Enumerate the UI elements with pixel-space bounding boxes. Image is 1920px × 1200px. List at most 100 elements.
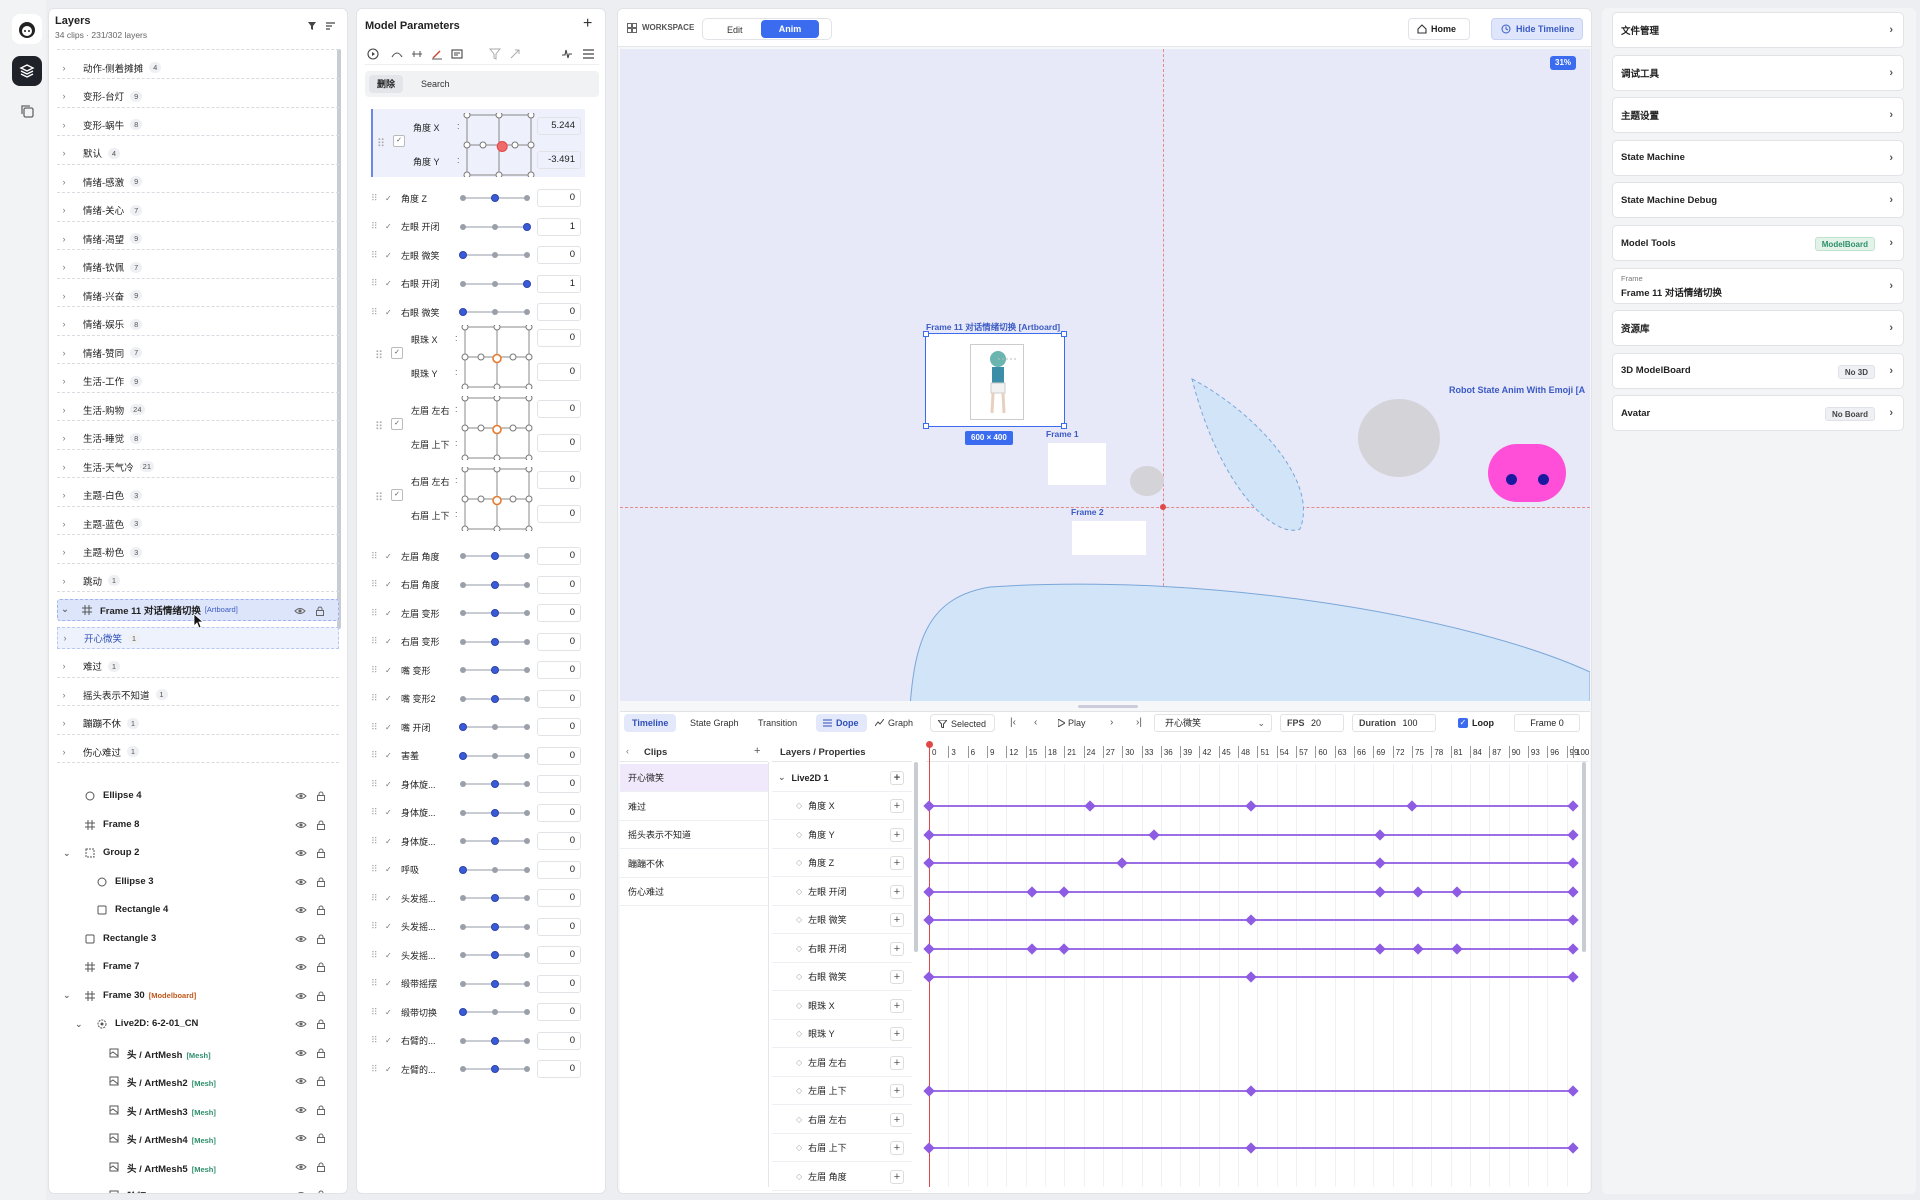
param-value[interactable]: 0	[537, 632, 581, 651]
eye-icon[interactable]	[295, 1104, 307, 1116]
collapse-clips-icon[interactable]: ‹	[626, 746, 629, 756]
param-slider[interactable]	[460, 666, 530, 674]
lock-icon[interactable]	[315, 1047, 327, 1059]
chevron-right-icon[interactable]: ›	[57, 718, 71, 728]
avatar[interactable]	[12, 14, 42, 44]
param-slider[interactable]	[460, 808, 530, 817]
link-checkbox[interactable]: ✓	[391, 418, 403, 430]
param-slider[interactable]	[459, 251, 530, 259]
split-handle[interactable]	[1078, 705, 1138, 708]
param-slider[interactable]	[460, 951, 530, 959]
curve-flat-icon[interactable]	[411, 49, 423, 59]
add-keyframe-button[interactable]: +	[890, 1141, 904, 1155]
add-keyframe-button[interactable]: +	[890, 1112, 904, 1127]
chevron-right-icon[interactable]: ›	[57, 262, 71, 272]
fps-field[interactable]: FPS 20	[1280, 714, 1344, 732]
checkmark-icon[interactable]: ✓	[385, 865, 395, 874]
param-slider[interactable]	[460, 1036, 530, 1045]
layer-item-row[interactable]: 头 / ArtMesh3 [Mesh]	[57, 1099, 339, 1121]
param-slider[interactable]	[460, 780, 530, 788]
layer-item-row[interactable]: 头 / ArtMesh2 [Mesh]	[57, 1070, 339, 1092]
chevron-right-icon[interactable]: ›	[57, 547, 71, 557]
chevron-right-icon[interactable]: ›	[1889, 24, 1893, 36]
blue-leaf-shape[interactable]	[1180, 369, 1330, 539]
drag-handle-icon[interactable]: ⠿	[371, 722, 379, 733]
layer-clip-row[interactable]: › 情绪-兴奋 9	[57, 285, 339, 307]
chevron-right-icon[interactable]: ›	[57, 63, 71, 73]
chevron-right-icon[interactable]: ›	[1889, 407, 1893, 419]
tab-search[interactable]: Search	[413, 75, 458, 93]
play-circle-icon[interactable]	[367, 48, 379, 60]
param-slider[interactable]	[459, 865, 530, 874]
param-slider[interactable]	[459, 751, 530, 760]
keyframe-diamond-icon[interactable]: ◇	[796, 944, 802, 953]
property-row[interactable]: ◇ 角度 Z +	[772, 849, 912, 877]
right-panel-item[interactable]: Frame Frame 11 对话情绪切换 ›	[1612, 267, 1904, 304]
layer-clip-row[interactable]: › 主题-蓝色 3	[57, 513, 339, 535]
layer-clip-row[interactable]: › 摇头表示不知道 1	[57, 684, 339, 706]
eye-icon[interactable]	[295, 990, 307, 1002]
param-value[interactable]: 0	[537, 434, 581, 452]
loop-checkbox[interactable]: ✓	[1458, 718, 1468, 728]
loop-toggle[interactable]: ✓ Loop	[1456, 714, 1506, 732]
param-value[interactable]: 0	[537, 1003, 581, 1021]
blue-blob-shape[interactable]	[910, 577, 1590, 701]
layer-clip-row[interactable]: › 情绪-娱乐 8	[57, 314, 339, 336]
layer-clip-row[interactable]: › 动作-侧着摊摊 4	[57, 57, 339, 79]
chevron-down-icon[interactable]: ⌄	[75, 1019, 83, 1030]
param-value[interactable]: 0	[537, 746, 581, 765]
property-row[interactable]: ◇ 右眉 上下 +	[772, 1134, 912, 1162]
keyframe-diamond-icon[interactable]: ◇	[796, 801, 802, 810]
chevron-right-icon[interactable]: ›	[57, 433, 71, 443]
chevron-right-icon[interactable]: ›	[1889, 67, 1893, 79]
copy-icon[interactable]	[12, 96, 42, 126]
next-frame-icon[interactable]: ›	[1110, 717, 1113, 728]
lock-icon[interactable]	[315, 1161, 327, 1173]
drag-handle-icon[interactable]: ⠿	[371, 193, 379, 204]
eye-icon[interactable]	[295, 1018, 307, 1030]
keyframe-diamond-icon[interactable]: ◇	[796, 858, 802, 867]
checkmark-icon[interactable]: ✓	[385, 951, 395, 960]
layer-item-row[interactable]: Frame 8	[57, 814, 339, 836]
param-slider[interactable]	[460, 894, 530, 902]
lock-icon[interactable]	[315, 990, 327, 1002]
param-value[interactable]: 0	[537, 661, 581, 679]
property-row[interactable]: ◇ 角度 Y +	[772, 821, 912, 849]
right-panel-item[interactable]: 资源库 ›	[1612, 310, 1904, 347]
param-value[interactable]: 0	[537, 363, 581, 381]
xy-pad[interactable]	[463, 111, 535, 179]
clip-item[interactable]: 蹦蹦不休	[620, 850, 768, 878]
checkmark-icon[interactable]: ✓	[385, 666, 395, 675]
eye-icon[interactable]	[295, 1047, 307, 1059]
drag-handle-icon[interactable]: ⠿	[371, 750, 379, 761]
add-clip-button[interactable]: +	[754, 745, 760, 757]
drag-handle-icon[interactable]: ⠿	[371, 779, 379, 790]
link-icon[interactable]	[509, 48, 521, 60]
checkmark-icon[interactable]: ✓	[385, 637, 395, 646]
param-slider[interactable]	[460, 222, 531, 231]
chevron-right-icon[interactable]: ›	[57, 234, 71, 244]
checkmark-icon[interactable]: ✓	[385, 723, 395, 732]
layer-clip-row[interactable]: › 情绪-渴望 9	[57, 228, 339, 250]
param-slider[interactable]	[460, 552, 530, 560]
drag-handle-icon[interactable]: ⠿	[371, 836, 379, 847]
checkmark-icon[interactable]: ✓	[385, 894, 395, 903]
chevron-right-icon[interactable]: ›	[57, 519, 71, 529]
layer-item-row[interactable]: Ellipse 3	[57, 871, 339, 893]
layer-clip-row[interactable]: › 变形-台灯 9	[57, 86, 339, 108]
layer-clip-row[interactable]: › 情绪-赞同 7	[57, 342, 339, 364]
layer-item-row[interactable]: Rectangle 3	[57, 928, 339, 950]
keyframe-diamond-icon[interactable]: ◇	[796, 972, 802, 981]
xy-pad[interactable]	[461, 465, 533, 533]
param-slider[interactable]	[460, 580, 530, 589]
lock-icon[interactable]	[315, 961, 327, 973]
param-slider[interactable]	[460, 279, 531, 288]
chevron-right-icon[interactable]: ›	[1889, 152, 1893, 164]
checkmark-icon[interactable]: ✓	[385, 552, 395, 561]
anim-mode-button[interactable]: Anim	[761, 20, 819, 38]
keyframe-diamond-icon[interactable]: ◇	[796, 1029, 802, 1038]
keyframe-diamond-icon[interactable]: ◇	[796, 830, 802, 839]
last-frame-icon[interactable]: ›|	[1136, 717, 1142, 728]
param-value[interactable]: -3.491	[537, 151, 581, 169]
layer-item-row[interactable]: 头 / ArtMesh [Mesh]	[57, 1042, 339, 1064]
